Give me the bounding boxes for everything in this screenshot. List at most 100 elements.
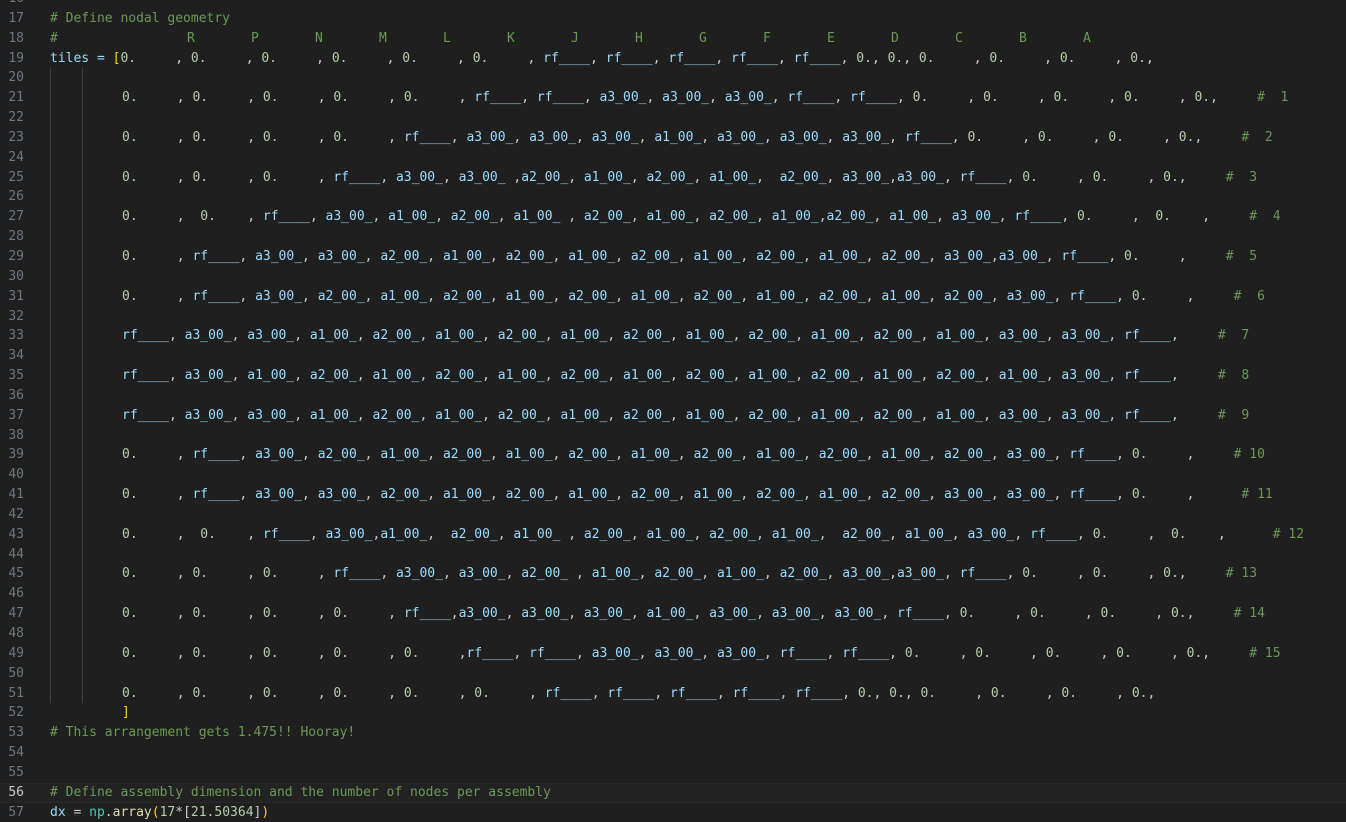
column-letter: N	[315, 30, 323, 46]
line-number: 43	[8, 526, 24, 542]
line-number: 20	[8, 70, 24, 86]
column-letter: K	[507, 30, 515, 46]
code-line[interactable]: 57 dx = np.array(17*[21.50364])	[0, 803, 1346, 822]
code-line[interactable]: 41 0. , rf____, a3_00_, a3_00_, a2_00_, a…	[0, 485, 1346, 505]
code-line[interactable]: 48	[0, 624, 1346, 644]
code-line[interactable]: 42	[0, 504, 1346, 525]
tile-row: 0. , 0. , 0. , 0. , 0. , 0. , rf____, rf…	[122, 684, 1155, 704]
line-number: 37	[8, 407, 24, 423]
code-line[interactable]: 35 rf____, a3_00_, a1_00_, a2_00_, a1_00_…	[0, 366, 1346, 386]
row-values: 0. , 0. , 0. , rf____, a3_00_, a3_00_ ,a…	[122, 169, 1187, 185]
code-line[interactable]: 21 0. , 0. , 0. , 0. , 0. , rf____, rf___…	[0, 88, 1346, 109]
indent-guide	[82, 306, 83, 327]
code-line[interactable]: 30	[0, 266, 1346, 287]
indent-guide	[50, 683, 51, 704]
code-line[interactable]: 54	[0, 743, 1346, 763]
indent-guide	[82, 167, 83, 188]
line-number: 17	[8, 10, 24, 26]
code-line[interactable]: 29 0. , rf____, a3_00_, a3_00_, a2_00_, a…	[0, 246, 1346, 267]
line-number: 25	[8, 169, 24, 185]
tile-row: 0. , 0. , 0. , rf____, a3_00_, a3_00_, a…	[122, 564, 1257, 584]
code-line[interactable]: 50	[0, 663, 1346, 684]
code-line[interactable]: 37 rf____, a3_00_, a3_00_, a1_00_, a2_00_…	[0, 405, 1346, 426]
code-line[interactable]: 51 0. , 0. , 0. , 0. , 0. , 0. , rf____, …	[0, 683, 1346, 704]
tile-row: rf____, a3_00_, a1_00_, a2_00_, a1_00_, …	[122, 366, 1249, 386]
row-number-comment: # 11	[1194, 487, 1273, 503]
code-line[interactable]: 23 0. , 0. , 0. , 0. , rf____, a3_00_, a3…	[0, 127, 1346, 148]
indent-guide	[50, 127, 51, 148]
code-line[interactable]: 32	[0, 306, 1346, 327]
line-number: 32	[8, 308, 24, 324]
tile-row: 0. , rf____, a3_00_, a2_00_, a1_00_, a2_…	[122, 445, 1265, 465]
code-line[interactable]: 38	[0, 425, 1346, 446]
code-line[interactable]: 27 0. , 0. , rf____, a3_00_, a1_00_, a2_0…	[0, 207, 1346, 228]
code-line[interactable]: 43 0. , 0. , rf____, a3_00_,a1_00_, a2_00…	[0, 524, 1346, 545]
tile-row: 0. , rf____, a3_00_, a2_00_, a1_00_, a2_…	[122, 287, 1265, 307]
code-line[interactable]: 20	[0, 68, 1346, 89]
indent-guide	[82, 465, 83, 486]
code-line[interactable]: 34	[0, 346, 1346, 367]
code-line[interactable]: 36	[0, 385, 1346, 406]
indent-guide	[50, 604, 51, 624]
code-line[interactable]: 47 0. , 0. , 0. , 0. , rf____,a3_00_, a3_…	[0, 604, 1346, 624]
code-line[interactable]: 17 # Define nodal geometry	[0, 9, 1346, 29]
indent-guide	[82, 683, 83, 704]
line-number: 55	[8, 764, 24, 780]
column-letter: E	[827, 30, 835, 46]
code-line[interactable]: 49 0. , 0. , 0. , 0. , 0. ,rf____, rf____…	[0, 643, 1346, 664]
row-values: 0. , 0. , 0. , 0. , 0. ,rf____, rf____, …	[122, 645, 1211, 661]
line-number: 30	[8, 268, 24, 284]
indent-guide	[82, 207, 83, 228]
code-line[interactable]: 24	[0, 147, 1346, 168]
indent-guide	[50, 663, 51, 684]
indent-guide	[82, 544, 83, 565]
code-line[interactable]: 33 rf____, a3_00_, a3_00_, a1_00_, a2_00_…	[0, 326, 1346, 347]
row-values: 0. , 0. , rf____, a3_00_, a1_00_, a2_00_…	[122, 209, 1211, 225]
line-number: 28	[8, 229, 24, 245]
code-line[interactable]: 52]	[0, 703, 1346, 723]
line-number: 50	[8, 665, 24, 681]
indent-guide	[50, 286, 51, 307]
code-line[interactable]: 28	[0, 227, 1346, 247]
code-line[interactable]: 44	[0, 544, 1346, 565]
code-line[interactable]: 40	[0, 465, 1346, 486]
code-line[interactable]: 26	[0, 187, 1346, 208]
code-line[interactable]: 46	[0, 584, 1346, 605]
row-values: rf____, a3_00_, a1_00_, a2_00_, a1_00_, …	[122, 368, 1179, 384]
code-line[interactable]: 45 0. , 0. , 0. , rf____, a3_00_, a3_00_,…	[0, 564, 1346, 585]
line-number: 29	[8, 248, 24, 264]
code-editor[interactable]: 1617 # Define nodal geometry 18 R P N M L K J H G F E…	[0, 0, 1346, 822]
code-line[interactable]: 19 tiles = [0. , 0. , 0. , 0. , 0. , 0. ,…	[0, 49, 1346, 69]
row-number-comment: # 15	[1210, 645, 1281, 661]
indent-guide	[82, 643, 83, 664]
indent-guide	[50, 68, 51, 89]
tile-row: 0. , 0. , 0. , 0. , 0. ,rf____, rf____, …	[122, 644, 1281, 664]
code-line[interactable]: 55	[0, 763, 1346, 783]
tile-row: 0. , rf____, a3_00_, a3_00_, a2_00_, a1_…	[122, 485, 1273, 505]
line-number: 36	[8, 387, 24, 403]
line-number: 48	[8, 626, 24, 641]
code-line[interactable]: 22	[0, 108, 1346, 128]
row-values: 0. , rf____, a3_00_, a2_00_, a1_00_, a2_…	[122, 288, 1195, 304]
code-line[interactable]: 25 0. , 0. , 0. , rf____, a3_00_, a3_00_ …	[0, 167, 1346, 188]
indent-guide	[50, 266, 51, 287]
code-line[interactable]: 53 # This arrangement gets 1.475!! Hooray…	[0, 723, 1346, 743]
indent-guide	[82, 187, 83, 208]
row-values: rf____, a3_00_, a3_00_, a1_00_, a2_00_, …	[122, 407, 1179, 423]
line-number: 23	[8, 129, 24, 145]
row-values: 0. , 0. , 0. , 0. , rf____, a3_00_, a3_0…	[122, 129, 1203, 145]
line-number: 49	[8, 645, 24, 661]
indent-guide	[50, 306, 51, 327]
indent-guide	[82, 604, 83, 624]
code-line[interactable]: 18 R P N M L K J H G F E D C B A #	[0, 29, 1346, 49]
code-line[interactable]: 56 # Define assembly dimension and the nu…	[0, 782, 1346, 803]
code-line[interactable]: 31 0. , rf____, a3_00_, a2_00_, a1_00_, a…	[0, 286, 1346, 307]
code-line[interactable]: 16	[0, 0, 1346, 9]
dx-assignment: dx = np.array(17*[21.50364])	[50, 804, 270, 820]
indent-guide	[50, 504, 51, 525]
row-values: 0. , 0. , 0. , 0. , 0. , rf____, rf____,…	[122, 90, 1218, 106]
code-line[interactable]: 39 0. , rf____, a3_00_, a2_00_, a1_00_, a…	[0, 445, 1346, 466]
column-letter: J	[571, 30, 579, 46]
indent-guide	[50, 326, 51, 347]
row-values: 0. , rf____, a3_00_, a3_00_, a2_00_, a1_…	[122, 487, 1195, 503]
